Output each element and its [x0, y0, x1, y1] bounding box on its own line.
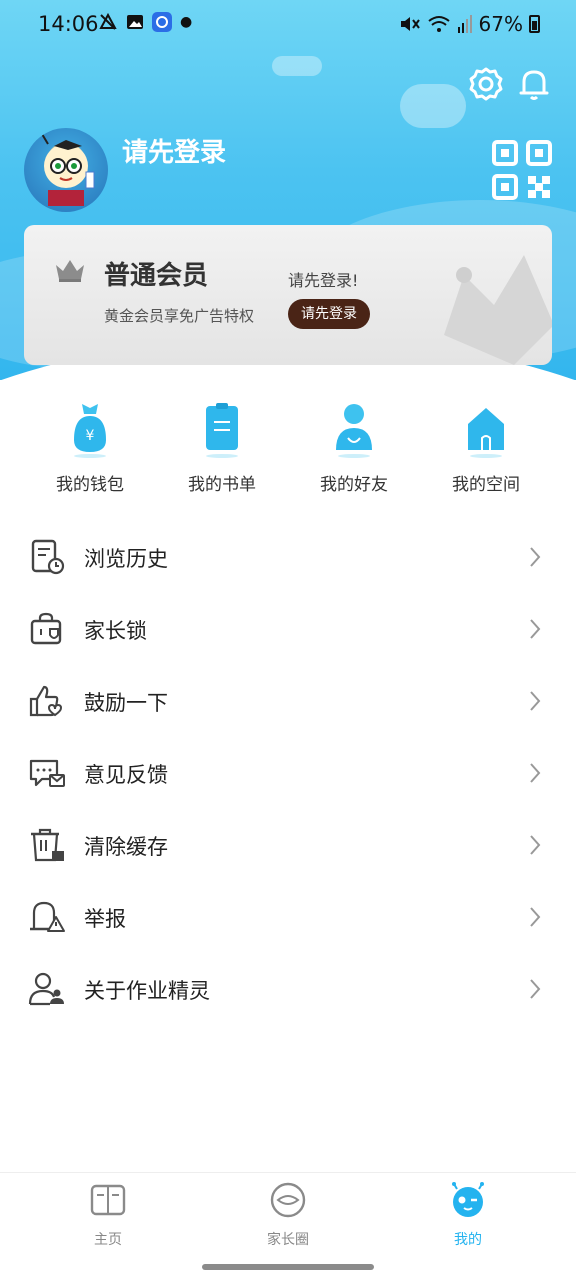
history-icon [31, 539, 65, 575]
eye-icon [270, 1182, 306, 1218]
nav-label: 家长圈 [267, 1232, 309, 1248]
parent-lock-icon [30, 612, 62, 645]
crown-icon [56, 260, 84, 282]
signal-icon [457, 15, 472, 33]
notification-dot: ● [180, 14, 193, 30]
boat-icon [99, 12, 117, 30]
chevron-right-icon [530, 691, 541, 711]
menu-label: 关于作业精灵 [84, 979, 210, 1003]
menu-item-feedback[interactable]: 意见反馈 [0, 737, 576, 809]
book-icon [90, 1184, 126, 1216]
menu-label: 鼓励一下 [84, 691, 168, 715]
status-time: 14:06 [38, 12, 99, 36]
menu-label: 浏览历史 [84, 547, 168, 571]
gear-icon[interactable] [468, 66, 504, 102]
battery-icon [529, 15, 540, 33]
menu-label: 意见反馈 [84, 763, 168, 787]
settings-menu: 浏览历史 家长锁 鼓励一下 意见反馈 清除缓存 举报 关于作业精灵 [0, 521, 576, 1025]
quick-label: 我的空间 [452, 475, 520, 495]
chevron-right-icon [530, 619, 541, 639]
menu-item-encourage[interactable]: 鼓励一下 [0, 665, 576, 737]
header-cloud [272, 56, 322, 76]
report-icon [30, 901, 65, 932]
thumbs-up-icon [29, 685, 63, 717]
qr-code-icon[interactable] [492, 140, 552, 200]
chevron-right-icon [530, 547, 541, 567]
quick-entries: ¥ 我的钱包 我的书单 我的好友 我的空间 [0, 400, 576, 500]
friend-icon [336, 404, 372, 458]
nav-tab-home[interactable]: 主页 [48, 1181, 168, 1249]
header-cloud [400, 84, 466, 128]
home-icon [468, 408, 504, 458]
quick-item-space[interactable]: 我的空间 [420, 400, 552, 500]
mascot-avatar-icon [41, 133, 95, 206]
nav-label: 主页 [94, 1232, 122, 1248]
status-right-icons: 67% [399, 12, 540, 36]
chevron-right-icon [530, 979, 541, 999]
nav-tab-parent-circle[interactable]: 家长圈 [228, 1181, 348, 1249]
wallet-icon: ¥ [74, 404, 106, 458]
quick-item-friends[interactable]: 我的好友 [288, 400, 420, 500]
quick-label: 我的书单 [188, 475, 256, 495]
svg-text:¥: ¥ [86, 428, 95, 444]
booklist-icon [206, 403, 238, 458]
member-login-hint: 请先登录! [288, 271, 359, 290]
quick-label: 我的好友 [320, 475, 388, 495]
status-bar: 14:06 ● 67% [0, 0, 576, 48]
chevron-right-icon [530, 763, 541, 783]
login-prompt[interactable]: 请先登录 [122, 132, 226, 169]
home-indicator[interactable] [202, 1264, 374, 1270]
avatar[interactable] [24, 128, 108, 212]
card-crown-watermark [444, 255, 552, 365]
nav-label: 我的 [454, 1232, 482, 1248]
chevron-right-icon [530, 835, 541, 855]
image-icon [127, 15, 143, 29]
bell-icon[interactable] [516, 66, 552, 102]
about-icon [28, 972, 64, 1006]
menu-label: 举报 [84, 907, 126, 931]
menu-label: 家长锁 [84, 619, 147, 643]
nav-tab-mine[interactable]: 我的 [408, 1181, 528, 1249]
trash-icon [31, 828, 64, 862]
member-login-button[interactable]: 请先登录 [288, 299, 370, 329]
status-left-icons: ● [98, 12, 192, 32]
menu-label: 清除缓存 [84, 835, 168, 859]
mute-icon [400, 17, 420, 31]
member-subtitle: 黄金会员享免广告特权 [104, 307, 255, 325]
feedback-icon [29, 759, 65, 787]
member-level: 普通会员 [104, 261, 209, 291]
menu-item-report[interactable]: 举报 [0, 881, 576, 953]
battery-percent: 67% [478, 12, 523, 36]
menu-item-parent-lock[interactable]: 家长锁 [0, 593, 576, 665]
quick-item-booklist[interactable]: 我的书单 [156, 400, 288, 500]
chevron-right-icon [530, 907, 541, 927]
quick-item-wallet[interactable]: ¥ 我的钱包 [24, 400, 156, 500]
member-card[interactable]: 普通会员 黄金会员享免广告特权 请先登录! 请先登录 [24, 225, 552, 365]
wifi-icon [427, 16, 450, 32]
menu-item-history[interactable]: 浏览历史 [0, 521, 576, 593]
app-icon [152, 12, 172, 32]
menu-item-about[interactable]: 关于作业精灵 [0, 953, 576, 1025]
menu-item-clear-cache[interactable]: 清除缓存 [0, 809, 576, 881]
mascot-icon [452, 1182, 484, 1217]
quick-label: 我的钱包 [56, 475, 124, 495]
